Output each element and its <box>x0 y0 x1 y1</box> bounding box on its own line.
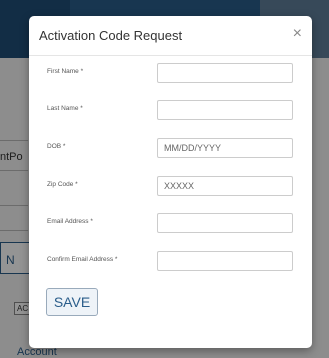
zip-code-input[interactable] <box>157 176 293 196</box>
modal-title: Activation Code Request <box>39 28 183 43</box>
first-name-label: First Name * <box>47 68 84 75</box>
dob-row: DOB * <box>29 138 312 160</box>
email-input[interactable] <box>157 213 293 233</box>
confirm-email-input[interactable] <box>157 251 293 271</box>
save-button[interactable]: SAVE <box>46 288 98 316</box>
dob-label: DOB * <box>47 143 66 150</box>
email-label: Email Address * <box>47 218 93 225</box>
email-row: Email Address * <box>29 213 312 235</box>
first-name-row: First Name * <box>29 63 312 85</box>
close-icon[interactable]: × <box>293 24 302 44</box>
last-name-input[interactable] <box>157 100 293 120</box>
last-name-label: Last Name * <box>47 105 83 112</box>
zip-code-row: Zip Code * <box>29 176 312 198</box>
activation-code-modal: Activation Code Request × First Name * L… <box>29 16 312 348</box>
modal-header: Activation Code Request × <box>29 16 312 56</box>
last-name-row: Last Name * <box>29 100 312 122</box>
zip-code-label: Zip Code * <box>47 181 78 188</box>
dob-input[interactable] <box>157 138 293 158</box>
confirm-email-row: Confirm Email Address * <box>29 251 312 273</box>
confirm-email-label: Confirm Email Address * <box>47 256 118 263</box>
first-name-input[interactable] <box>157 63 293 83</box>
